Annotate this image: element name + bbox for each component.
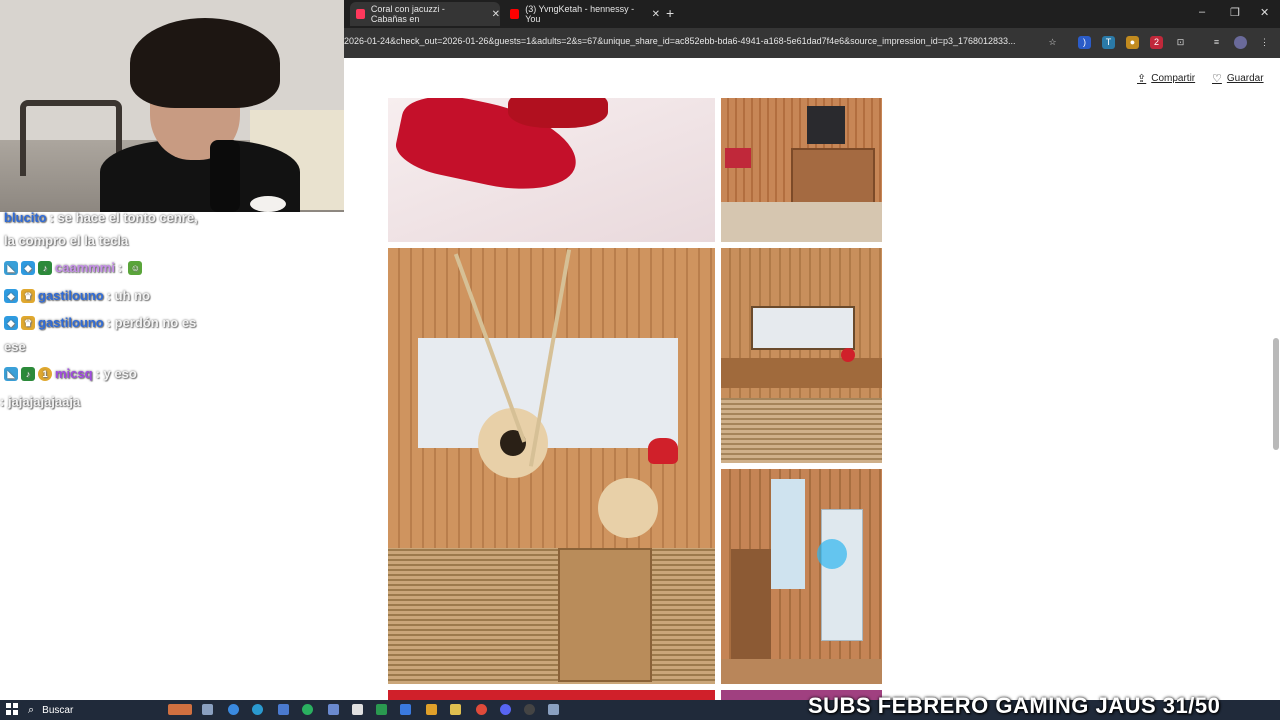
- emote-icon: ☺: [128, 260, 143, 275]
- browser-tab-bar: Coral con jacuzzi - Cabañas en ✕ (3) Yvn…: [344, 0, 1280, 28]
- chat-line: ◆ ♛ gastilouno : uh no: [4, 288, 150, 303]
- task-view-icon[interactable]: [202, 704, 213, 715]
- close-tab-icon[interactable]: ✕: [652, 9, 660, 20]
- webcam-cup: [250, 196, 286, 212]
- app-icon[interactable]: [548, 704, 559, 715]
- webcam-microphone: [210, 140, 240, 212]
- chat-line: ◣ ◆ ♪ caammmi : ☺: [4, 260, 145, 275]
- crown-badge-icon: ♛: [21, 315, 35, 330]
- coin-badge-icon: 1: [38, 366, 52, 381]
- chat-username: gastilouno: [38, 288, 104, 303]
- file-explorer-icon[interactable]: [450, 704, 461, 715]
- youtube-favicon-icon: [510, 9, 520, 19]
- chat-message: ese: [4, 339, 26, 354]
- bookmark-star-icon[interactable]: ☆: [1046, 36, 1059, 49]
- save-button[interactable]: ♡ Guardar: [1212, 72, 1264, 85]
- webcam-person-hair: [130, 18, 280, 108]
- browser-address-bar: 2026-01-24&check_out=2026-01-26&guests=1…: [344, 28, 1280, 58]
- save-label: Guardar: [1226, 73, 1264, 84]
- chat-message: la compro el la tecla: [4, 233, 129, 248]
- pepper-badge-icon: ♪: [21, 366, 35, 381]
- discord-icon[interactable]: [500, 704, 511, 715]
- chat-username: blucito: [4, 210, 47, 225]
- widget-icon[interactable]: [168, 704, 192, 715]
- chat-line: ◣ ♪ 1 micsq : y eso: [4, 366, 137, 381]
- cube-badge-icon: ◆: [4, 315, 18, 330]
- close-window-button[interactable]: ✕: [1260, 6, 1269, 19]
- app-icon[interactable]: [278, 704, 289, 715]
- app-icon[interactable]: [400, 704, 411, 715]
- streamer-webcam: [0, 0, 344, 212]
- url-field[interactable]: 2026-01-24&check_out=2026-01-26&guests=1…: [344, 36, 1016, 46]
- share-icon: ⇪: [1137, 73, 1147, 85]
- subs-goal-overlay: SUBS FEBRERO GAMING JAUS 31/50: [808, 693, 1221, 718]
- pepper-badge-icon: ♪: [38, 260, 52, 275]
- search-label: Buscar: [42, 704, 74, 716]
- app-icon[interactable]: [426, 704, 437, 715]
- windows-start-icon[interactable]: [6, 703, 18, 715]
- browser-icon[interactable]: [252, 704, 263, 715]
- app-icon[interactable]: [352, 704, 363, 715]
- chat-message: : se hace el tonto cenre,: [49, 210, 198, 225]
- extension-icon[interactable]: ): [1078, 36, 1091, 49]
- chat-message: :: [117, 260, 123, 275]
- new-tab-button[interactable]: +: [666, 5, 674, 21]
- chat-line: la compro el la tecla: [4, 233, 128, 248]
- cube-badge-icon: ◆: [21, 260, 35, 275]
- taskbar-search[interactable]: ⌕ Buscar: [28, 702, 158, 718]
- app-icon[interactable]: [376, 704, 387, 715]
- cube-badge-icon: ◆: [4, 288, 18, 303]
- extension-icon[interactable]: ●: [1126, 36, 1139, 49]
- heart-icon: ♡: [1212, 73, 1222, 85]
- chat-line: ◆ ♛ gastilouno : perdón no es: [4, 315, 196, 330]
- sub-badge-icon: ◣: [4, 366, 18, 381]
- photo-tv-cabinet[interactable]: [721, 98, 882, 242]
- extension-badge-icon[interactable]: 2: [1150, 36, 1163, 49]
- tab-airbnb[interactable]: Coral con jacuzzi - Cabañas en ✕: [350, 2, 500, 26]
- page-scrollbar[interactable]: [1273, 338, 1279, 450]
- share-button[interactable]: ⇪ Compartir: [1137, 72, 1195, 85]
- edge-icon[interactable]: [228, 704, 239, 715]
- listing-photo-page: ⇪ Compartir ♡ Guardar: [344, 58, 1280, 700]
- photo-fridge[interactable]: [721, 469, 882, 684]
- chat-line: ese: [4, 339, 26, 354]
- close-tab-icon[interactable]: ✕: [492, 9, 500, 20]
- app-icon[interactable]: [328, 704, 339, 715]
- app-icon[interactable]: [302, 704, 313, 715]
- chrome-icon[interactable]: [476, 704, 487, 715]
- chat-message: : uh no: [106, 288, 151, 303]
- chat-message: : perdón no es: [106, 315, 197, 330]
- minimize-button[interactable]: –: [1199, 6, 1205, 18]
- crown-badge-icon: ♛: [21, 288, 35, 303]
- chat-line: : jajajajajaaja: [0, 394, 80, 409]
- obs-icon[interactable]: [524, 704, 535, 715]
- photo-next-row[interactable]: [388, 690, 715, 700]
- chat-username: caammmi: [55, 260, 115, 275]
- chat-username: micsq: [55, 366, 93, 381]
- restore-button[interactable]: ❐: [1230, 6, 1240, 19]
- share-label: Compartir: [1151, 73, 1196, 84]
- profile-avatar[interactable]: [1234, 36, 1247, 49]
- sub-badge-icon: ◣: [4, 260, 18, 275]
- chat-line: blucito : se hace el tonto cenre,: [4, 210, 198, 225]
- chat-username: gastilouno: [38, 315, 104, 330]
- chat-message: : jajajajajaaja: [0, 394, 81, 409]
- translate-extension-icon[interactable]: T: [1102, 36, 1115, 49]
- photo-red-pillow[interactable]: [388, 98, 715, 242]
- puzzle-extensions-icon[interactable]: ⊡: [1174, 36, 1187, 49]
- tab-title: Coral con jacuzzi - Cabañas en: [370, 4, 445, 24]
- menu-kebab-icon[interactable]: ⋮: [1258, 36, 1271, 49]
- photo-kitchen[interactable]: [721, 248, 882, 463]
- tab-title: (3) YvngKetah - hennessy - You: [525, 4, 635, 24]
- tab-youtube[interactable]: (3) YvngKetah - hennessy - You ✕: [510, 2, 660, 26]
- chat-message: : y eso: [95, 366, 137, 381]
- search-icon: ⌕: [28, 703, 35, 716]
- tab-search-icon[interactable]: ≡: [1210, 36, 1223, 49]
- photo-dried-flowers[interactable]: [388, 248, 715, 684]
- airbnb-favicon-icon: [356, 9, 365, 19]
